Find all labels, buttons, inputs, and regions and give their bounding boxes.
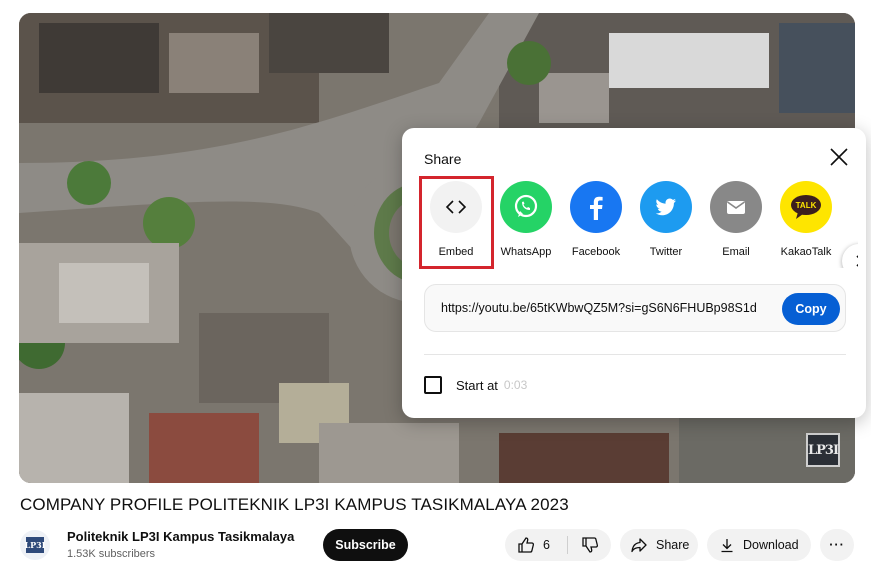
share-target-twitter[interactable]: Twitter <box>630 178 702 262</box>
share-targets-row: Embed WhatsApp Facebook Twitter Email TA… <box>420 178 858 268</box>
start-at-label: Start at <box>456 377 498 393</box>
share-url-field[interactable]: https://youtu.be/65tKWbwQZ5M?si=gS6N6FHU… <box>441 301 761 315</box>
share-target-label: Email <box>722 246 750 258</box>
start-at-row: Start at 0:03 <box>424 375 527 395</box>
start-at-time-field[interactable]: 0:03 <box>504 378 527 392</box>
share-target-email[interactable]: Email <box>700 178 772 262</box>
whatsapp-icon <box>500 181 552 233</box>
download-button-label: Download <box>743 538 799 552</box>
share-dialog: Share Embed WhatsApp Facebook Twitter Em… <box>402 128 866 418</box>
kakaotalk-badge-text: TALK <box>796 201 817 210</box>
share-dialog-title: Share <box>424 151 462 167</box>
chevron-right-icon <box>856 255 858 267</box>
download-button[interactable]: Download <box>707 529 811 561</box>
email-icon <box>710 181 762 233</box>
embed-code-icon <box>430 181 482 233</box>
share-target-label: Facebook <box>571 246 621 258</box>
close-icon <box>830 148 848 166</box>
share-target-facebook[interactable]: Facebook <box>560 178 632 262</box>
like-dislike-group: 6 <box>505 529 611 561</box>
share-target-label: Twitter <box>649 246 683 258</box>
thumbs-up-icon <box>518 537 535 553</box>
share-target-kakaotalk[interactable]: TALK KakaoTalk <box>770 178 842 262</box>
start-at-checkbox[interactable] <box>424 376 442 394</box>
facebook-icon <box>570 181 622 233</box>
avatar[interactable]: LP3I <box>20 530 50 560</box>
share-button[interactable]: Share <box>620 529 698 561</box>
share-target-label: Embed <box>438 246 474 258</box>
youtube-watch-page: LP3I Share Embed WhatsApp Facebook Twitt… <box>0 0 871 567</box>
subscribe-button[interactable]: Subscribe <box>323 529 408 561</box>
close-button[interactable] <box>826 144 852 170</box>
video-title: COMPANY PROFILE POLITEKNIK LP3I KAMPUS T… <box>20 495 569 514</box>
channel-watermark-logo: LP3I <box>806 433 840 467</box>
share-target-embed[interactable]: Embed <box>420 178 492 262</box>
thumbs-down-icon <box>581 537 598 553</box>
share-next-button[interactable] <box>842 244 858 268</box>
download-icon <box>719 537 735 553</box>
like-count: 6 <box>543 538 550 552</box>
share-button-label: Share <box>656 538 690 552</box>
share-target-label: WhatsApp <box>500 246 552 258</box>
channel-name[interactable]: Politeknik LP3I Kampus Tasikmalaya <box>67 529 294 544</box>
copy-button[interactable]: Copy <box>782 293 840 325</box>
share-target-label: KakaoTalk <box>780 246 832 258</box>
more-actions-button[interactable]: ··· <box>820 529 854 561</box>
share-url-box: https://youtu.be/65tKWbwQZ5M?si=gS6N6FHU… <box>424 284 846 332</box>
subscriber-count: 1.53K subscribers <box>67 548 156 560</box>
share-target-whatsapp[interactable]: WhatsApp <box>490 178 562 262</box>
dislike-button[interactable] <box>568 529 611 561</box>
like-button[interactable]: 6 <box>505 529 567 561</box>
twitter-icon <box>640 181 692 233</box>
kakaotalk-icon: TALK <box>780 181 832 233</box>
divider <box>424 354 846 355</box>
channel-logo: LP3I <box>25 537 45 553</box>
share-arrow-icon <box>630 536 648 554</box>
